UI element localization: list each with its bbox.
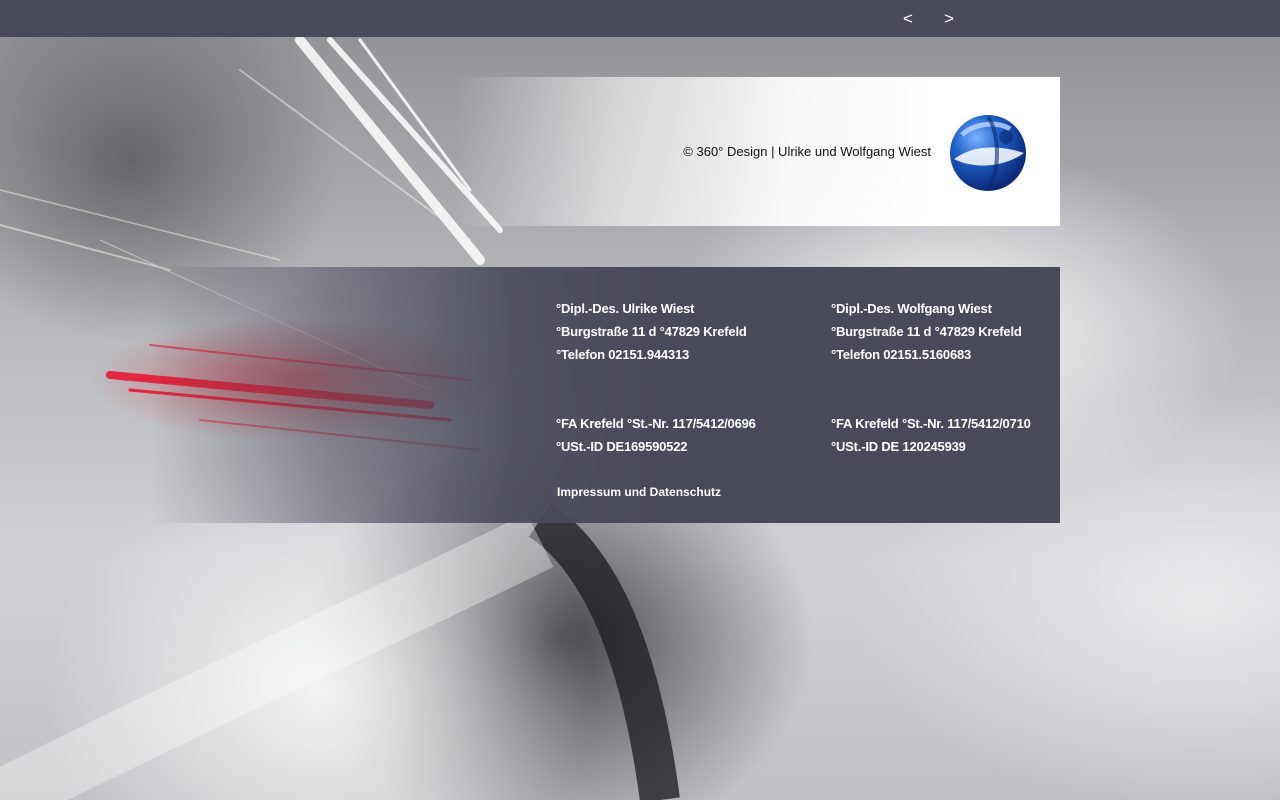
- globe-logo-icon: [948, 113, 1028, 193]
- contact-name: °Dipl.-Des. Wolfgang Wiest: [831, 301, 992, 316]
- contact-address: °Burgstraße 11 d °47829 Krefeld: [831, 324, 1022, 339]
- impressum-link[interactable]: Impressum und Datenschutz: [557, 485, 721, 499]
- contact-column-wolfgang: °Dipl.-Des. Wolfgang Wiest °Burgstraße 1…: [831, 297, 1031, 458]
- previous-arrow-button[interactable]: <: [903, 9, 913, 29]
- next-arrow-button[interactable]: >: [944, 9, 954, 29]
- contact-vat-id: °USt.-ID DE169590522: [556, 439, 688, 454]
- contact-vat-id: °USt.-ID DE 120245939: [831, 439, 966, 454]
- copyright-text: © 360° Design | Ulrike und Wolfgang Wies…: [683, 144, 931, 159]
- contact-column-ulrike: °Dipl.-Des. Ulrike Wiest °Burgstraße 11 …: [556, 297, 756, 458]
- contact-tax-number: °FA Krefeld °St.-Nr. 117/5412/0710: [831, 416, 1031, 431]
- contact-name: °Dipl.-Des. Ulrike Wiest: [556, 301, 695, 316]
- contact-panel: °Dipl.-Des. Ulrike Wiest °Burgstraße 11 …: [150, 267, 1060, 523]
- contact-phone: °Telefon 02151.944313: [556, 347, 690, 362]
- contact-address: °Burgstraße 11 d °47829 Krefeld: [556, 324, 747, 339]
- top-navigation-bar: < >: [0, 0, 1280, 37]
- contact-tax-number: °FA Krefeld °St.-Nr. 117/5412/0696: [556, 416, 756, 431]
- contact-phone: °Telefon 02151.5160683: [831, 347, 972, 362]
- header-panel: © 360° Design | Ulrike und Wolfgang Wies…: [455, 77, 1060, 226]
